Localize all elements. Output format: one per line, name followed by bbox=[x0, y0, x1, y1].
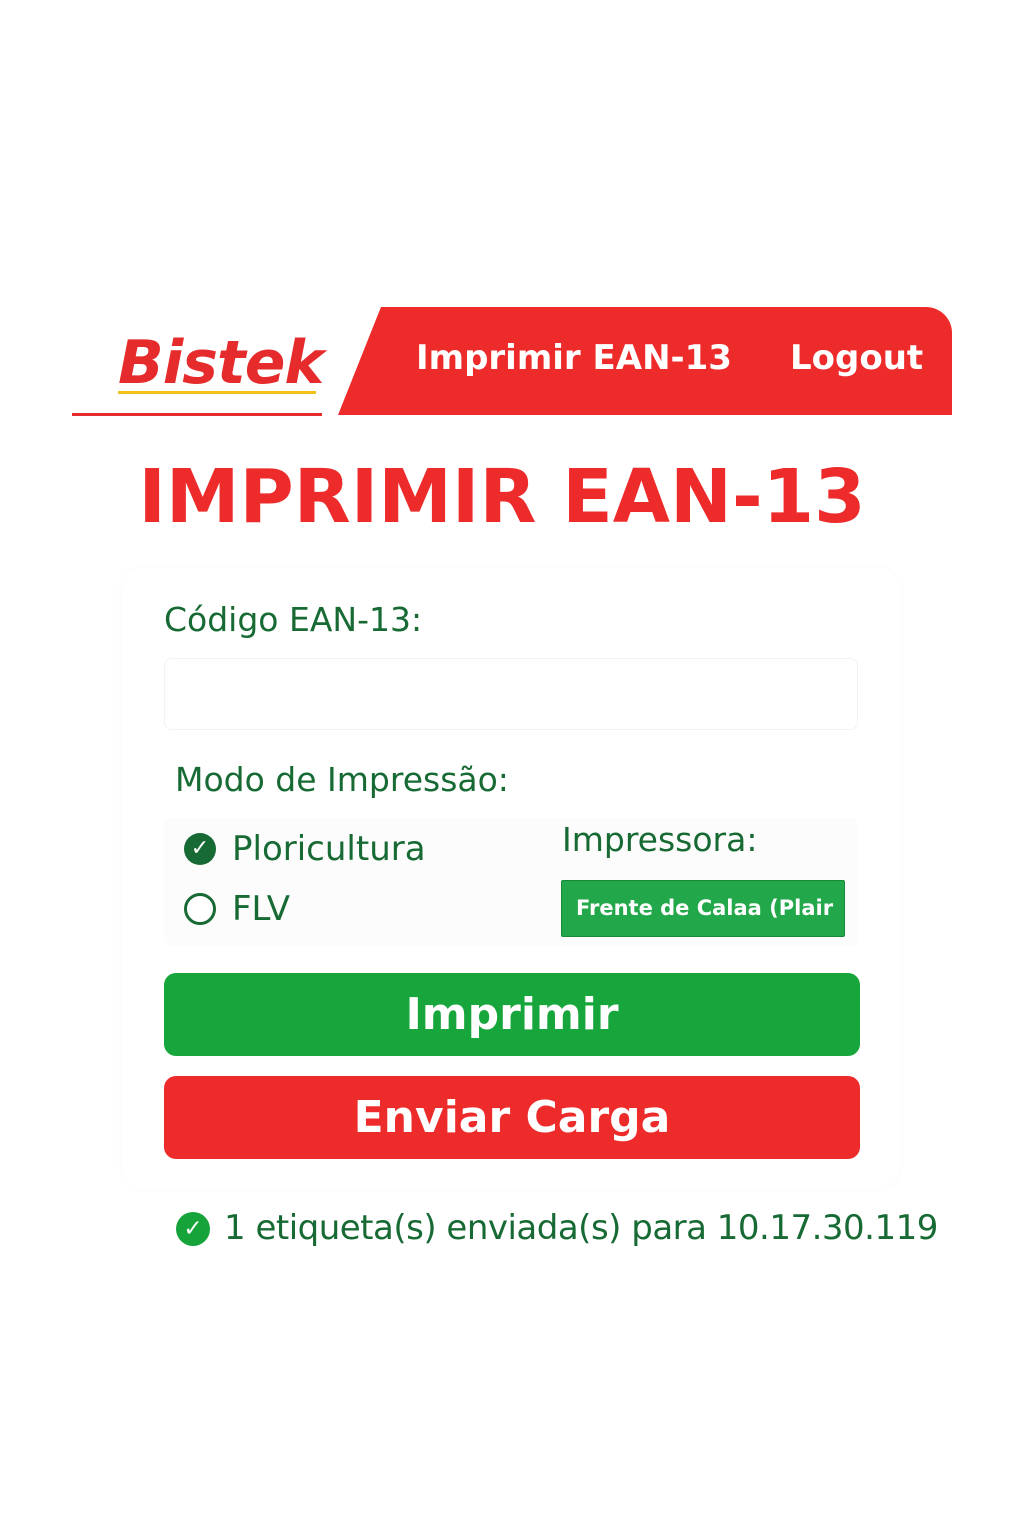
check-circle-icon: ✓ bbox=[176, 1212, 210, 1246]
ean-code-input[interactable] bbox=[164, 658, 858, 730]
printer-select[interactable]: Frente de Calaa (Plair bbox=[561, 880, 845, 937]
print-mode-option-flv[interactable]: FLV bbox=[184, 886, 464, 932]
bistek-logo[interactable]: Bistek bbox=[118, 328, 324, 398]
printer-label: Impressora: bbox=[562, 820, 758, 859]
status-message-text: 1 etiqueta(s) enviada(s) para 10.17.30.1… bbox=[224, 1208, 938, 1248]
print-mode-option-label: Ploricultura bbox=[232, 829, 426, 869]
send-load-button[interactable]: Enviar Carga bbox=[164, 1076, 860, 1159]
page-title: IMPRIMIR EAN-13 bbox=[138, 454, 866, 540]
header-divider bbox=[72, 413, 322, 416]
print-mode-option-ploricultura[interactable]: ✓ Ploricultura bbox=[184, 826, 464, 872]
page: Bistek Imprimir EAN-13 Logout IMPRIMIR E… bbox=[0, 0, 1024, 1536]
logo-underline bbox=[118, 391, 316, 394]
print-button[interactable]: Imprimir bbox=[164, 973, 860, 1056]
nav-imprimir-ean13-link[interactable]: Imprimir EAN-13 bbox=[416, 336, 732, 380]
nav-logout-link[interactable]: Logout bbox=[790, 336, 923, 380]
radio-checked-icon: ✓ bbox=[184, 833, 216, 865]
print-mode-label: Modo de Impressão: bbox=[175, 760, 509, 799]
radio-unchecked-icon bbox=[184, 893, 216, 925]
ean-code-label: Código EAN-13: bbox=[164, 600, 423, 639]
print-mode-option-label: FLV bbox=[232, 889, 291, 929]
